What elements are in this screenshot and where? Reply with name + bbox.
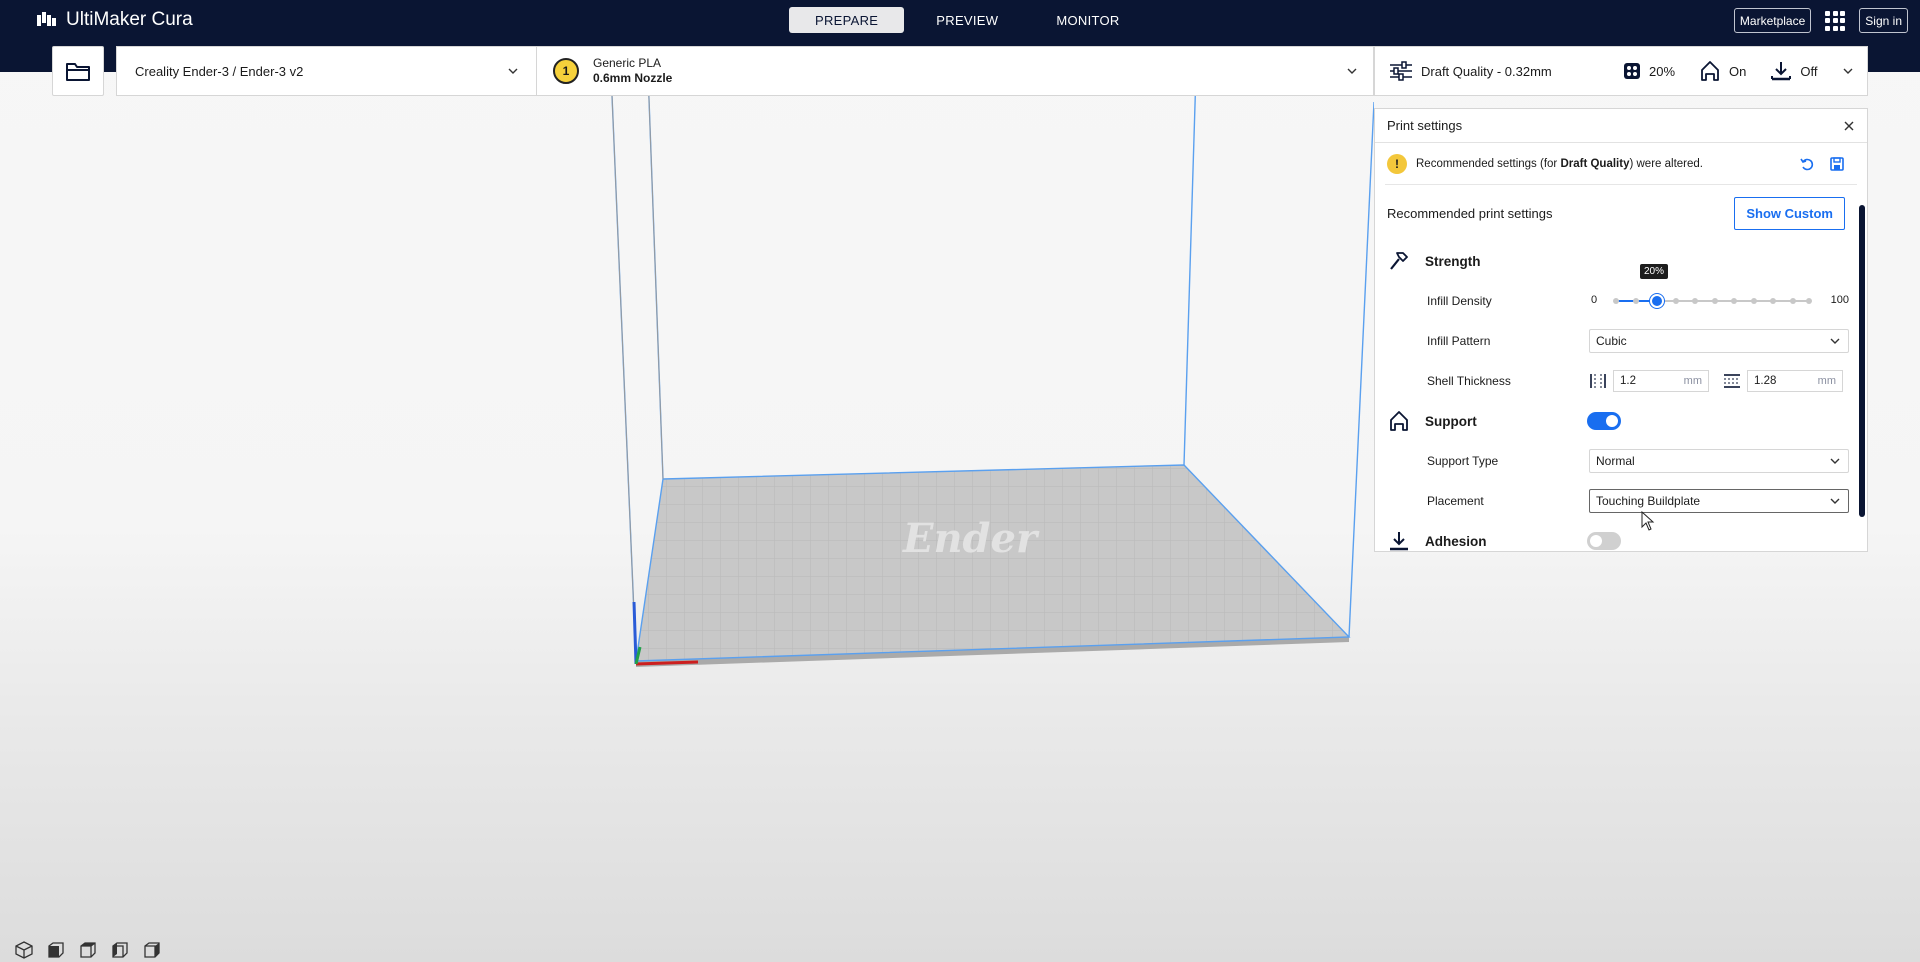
- slider-handle[interactable]: [1650, 294, 1664, 308]
- stage-tabs: PREPARE PREVIEW MONITOR: [789, 7, 1146, 33]
- infill-density-row: Infill Density 0 20% 100: [1375, 264, 1867, 321]
- chevron-down-icon: [1347, 68, 1357, 74]
- left-view-icon[interactable]: [110, 940, 130, 960]
- infill-density-slider[interactable]: 0 20% 100: [1589, 264, 1849, 311]
- machine-material-bar: Creality Ender-3 / Ender-3 v2 1 Generic …: [116, 46, 1374, 96]
- hammer-icon: [1390, 252, 1408, 270]
- open-file-button[interactable]: [52, 46, 104, 96]
- altered-settings-alert: ! Recommended settings (for Draft Qualit…: [1385, 143, 1857, 185]
- top-bottom-thickness-input[interactable]: 1.28 mm: [1747, 370, 1843, 392]
- adhesion-toggle[interactable]: [1587, 532, 1621, 550]
- quality-profile: Draft Quality - 0.32mm: [1421, 63, 1552, 79]
- infill-density-label: Infill Density: [1427, 294, 1492, 308]
- infill-icon: [1624, 63, 1640, 79]
- build-volume-viewport[interactable]: Ender: [0, 72, 1374, 712]
- sign-in-button[interactable]: Sign in: [1859, 8, 1908, 33]
- material-name: Generic PLA: [593, 56, 662, 70]
- support-section: Support: [1375, 401, 1867, 441]
- adhesion-title: Adhesion: [1425, 533, 1487, 549]
- infill-pattern-row: Infill Pattern Cubic: [1375, 321, 1867, 361]
- recommended-title: Recommended print settings: [1387, 205, 1553, 221]
- adhesion-icon: [1771, 62, 1792, 81]
- settings-sliders-icon: [1390, 61, 1412, 81]
- strength-title: Strength: [1425, 253, 1481, 269]
- view-orientation-toolbar: [14, 940, 162, 960]
- apps-grid-icon[interactable]: [1825, 10, 1846, 31]
- printer-name: Creality Ender-3 / Ender-3 v2: [135, 63, 304, 79]
- recommended-header: Recommended print settings Show Custom: [1375, 185, 1867, 241]
- slider-value-tooltip: 20%: [1640, 264, 1669, 279]
- tab-prepare[interactable]: PREPARE: [789, 7, 905, 33]
- support-summary: On: [1729, 63, 1747, 79]
- adhesion-section: Adhesion: [1375, 521, 1867, 551]
- print-settings-panel: Print settings ! Recommended settings (f…: [1374, 108, 1868, 552]
- support-icon: [1390, 411, 1408, 431]
- extruder-badge: 1: [553, 58, 579, 84]
- support-type-row: Support Type Normal: [1375, 441, 1867, 481]
- chevron-down-icon: [508, 68, 518, 74]
- panel-scrollbar[interactable]: [1859, 205, 1865, 517]
- print-settings-summary[interactable]: Draft Quality - 0.32mm 20% On Off: [1374, 46, 1868, 96]
- panel-header: Print settings: [1375, 109, 1867, 143]
- adhesion-summary: Off: [1800, 63, 1818, 79]
- wall-thickness-input[interactable]: 1.2 mm: [1613, 370, 1709, 392]
- nozzle-size: 0.6mm Nozzle: [593, 71, 673, 85]
- front-view-icon[interactable]: [46, 940, 66, 960]
- support-icon: [1701, 61, 1719, 81]
- top-bottom-thickness-icon: [1724, 374, 1740, 388]
- slider-max: 100: [1830, 294, 1849, 306]
- strength-section: Strength: [1375, 241, 1867, 281]
- chevron-down-icon: [1830, 498, 1840, 504]
- chevron-down-icon: [1830, 458, 1840, 464]
- printer-selector[interactable]: Creality Ender-3 / Ender-3 v2: [117, 47, 537, 95]
- plate-logo: Ender: [902, 515, 1040, 562]
- marketplace-button[interactable]: Marketplace: [1733, 8, 1812, 33]
- app-title: UltiMaker Cura: [66, 9, 193, 30]
- shell-thickness-label: Shell Thickness: [1427, 374, 1511, 388]
- infill-pattern-select[interactable]: Cubic: [1589, 329, 1849, 353]
- close-icon[interactable]: [1843, 120, 1855, 132]
- support-type-select[interactable]: Normal: [1589, 449, 1849, 473]
- mouse-cursor-icon: [1641, 511, 1655, 531]
- save-icon[interactable]: [1829, 156, 1845, 172]
- shell-thickness-row: Shell Thickness 1.2 mm 1.28 mm: [1375, 361, 1867, 401]
- chevron-down-icon: [1843, 68, 1853, 74]
- wall-thickness-icon: [1590, 374, 1606, 388]
- reset-icon[interactable]: [1799, 156, 1815, 172]
- show-custom-button[interactable]: Show Custom: [1734, 196, 1845, 230]
- app-logo: UltiMaker Cura: [36, 9, 193, 30]
- tab-monitor[interactable]: MONITOR: [1030, 7, 1145, 33]
- top-view-icon[interactable]: [78, 940, 98, 960]
- material-selector[interactable]: 1 Generic PLA 0.6mm Nozzle: [537, 47, 1373, 95]
- support-type-label: Support Type: [1427, 454, 1499, 468]
- slider-min: 0: [1591, 294, 1598, 306]
- infill-pattern-label: Infill Pattern: [1427, 334, 1491, 348]
- infill-summary: 20%: [1649, 63, 1676, 79]
- placement-label: Placement: [1427, 494, 1484, 508]
- support-toggle[interactable]: [1587, 412, 1621, 430]
- adhesion-icon: [1390, 532, 1408, 551]
- warning-icon: !: [1387, 153, 1407, 174]
- ultimaker-logo-icon: [37, 12, 56, 26]
- alert-text: Recommended settings (for Draft Quality)…: [1416, 157, 1703, 170]
- right-view-icon[interactable]: [142, 940, 162, 960]
- 3d-view-icon[interactable]: [14, 940, 34, 960]
- top-right-actions: Marketplace Sign in: [1733, 8, 1908, 33]
- panel-title: Print settings: [1387, 118, 1463, 133]
- folder-icon: [66, 63, 90, 81]
- chevron-down-icon: [1830, 338, 1840, 344]
- placement-select[interactable]: Touching Buildplate: [1589, 489, 1849, 513]
- placement-row: Placement Touching Buildplate: [1375, 481, 1867, 521]
- support-title: Support: [1425, 413, 1477, 429]
- tab-preview[interactable]: PREVIEW: [910, 7, 1024, 33]
